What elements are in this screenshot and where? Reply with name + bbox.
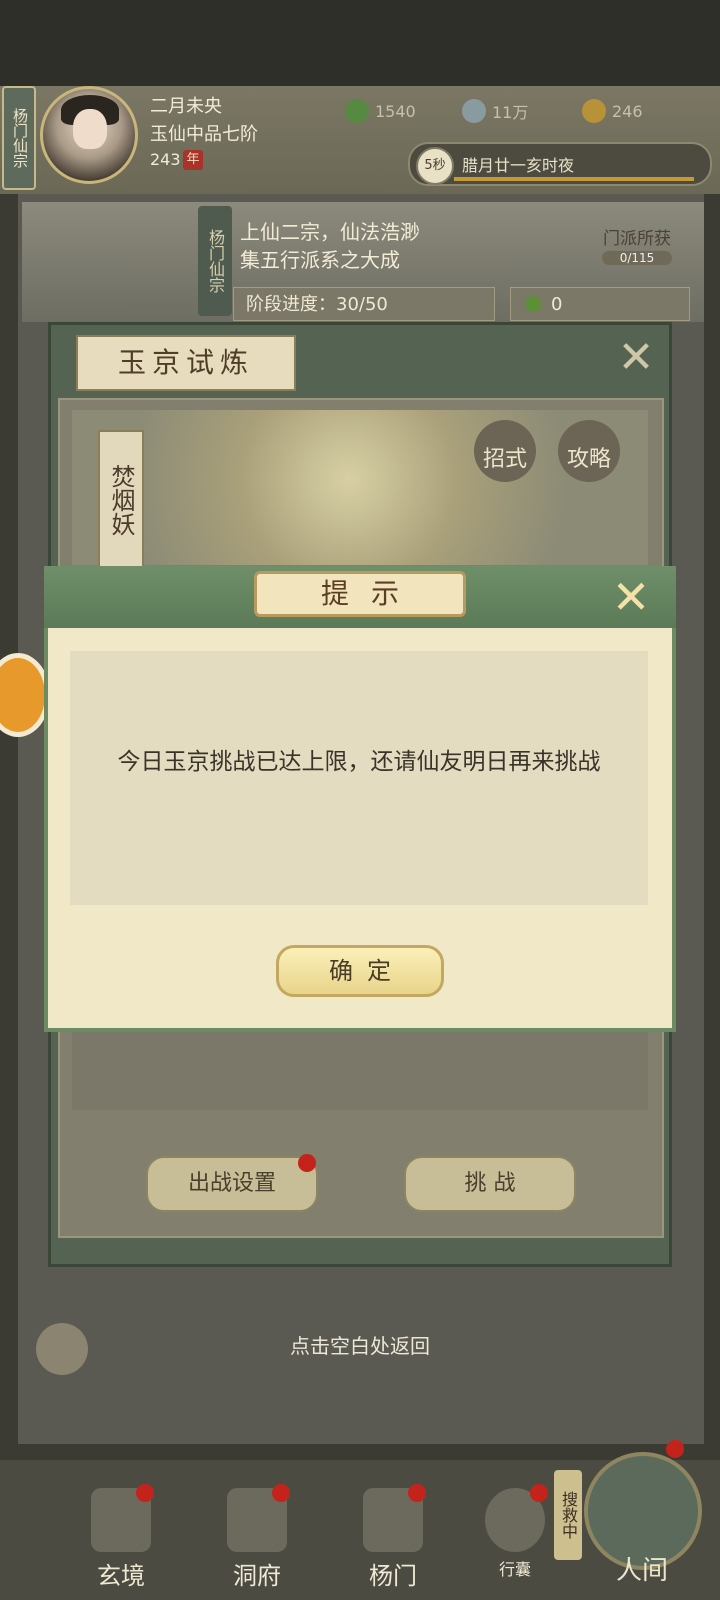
resource-coin[interactable]: 11万: [462, 97, 528, 125]
deploy-label: 出战设置: [187, 1171, 276, 1196]
nav-xuanjing[interactable]: 玄境: [66, 1480, 176, 1600]
leaf-icon: [345, 99, 369, 123]
search-rescue-tag[interactable]: 搜救中: [554, 1470, 582, 1560]
notification-dot: [666, 1440, 684, 1458]
challenge-button[interactable]: 挑 战: [404, 1156, 576, 1212]
player-age: 243: [150, 150, 181, 169]
reward-area: [72, 1030, 648, 1110]
resource-value: 11万: [492, 103, 529, 122]
return-hint: 点击空白处返回: [290, 1334, 430, 1358]
notification-dot: [136, 1484, 154, 1502]
figure-icon: [582, 99, 606, 123]
sect-tag[interactable]: 杨门仙宗: [2, 86, 36, 190]
nav-yangmen[interactable]: 杨门: [338, 1480, 448, 1600]
close-icon[interactable]: ✕: [606, 572, 656, 622]
sect-gain-title: 门派所获: [603, 229, 671, 249]
dialog-message: 今日玉京挑战已达上限，还请仙友明日再来挑战: [117, 749, 601, 775]
sect-gain-count: 0/115: [602, 251, 672, 265]
sect-vertical-name: 杨门仙宗: [198, 206, 232, 316]
dialog-title: 提示: [254, 571, 466, 617]
nav-label: 杨门: [369, 1562, 417, 1590]
timer-progress-bar: [454, 177, 694, 181]
sect-gain-button[interactable]: 门派所获 0/115: [584, 224, 690, 280]
sect-gain-value: 0: [510, 287, 690, 321]
motto-line: 集五行派系之大成: [240, 248, 400, 272]
deploy-settings-button[interactable]: 出战设置: [146, 1156, 318, 1212]
motto-line: 上仙二宗，仙法浩渺: [240, 220, 420, 244]
resource-figure[interactable]: 246: [582, 97, 643, 125]
player-avatar[interactable]: [40, 86, 138, 184]
player-name: 二月未央: [150, 96, 222, 117]
nav-label: 洞府: [233, 1562, 281, 1590]
nav-label: 玄境: [97, 1562, 145, 1590]
moves-button[interactable]: 招式: [474, 420, 536, 482]
status-bar-area: [0, 0, 720, 86]
age-year-badge: 年: [183, 150, 203, 170]
resource-leaf[interactable]: 1540: [345, 97, 416, 125]
notification-dot: [530, 1484, 548, 1502]
confirm-button[interactable]: 确定: [276, 945, 444, 997]
coin-icon: [462, 99, 486, 123]
gain-value: 0: [551, 294, 563, 315]
calendar-timer[interactable]: 5秒 腊月廿一亥时夜: [408, 142, 712, 186]
resource-value: 246: [612, 101, 643, 121]
sect-motto: 上仙二宗，仙法浩渺 集五行派系之大成: [240, 218, 420, 274]
player-rank: 玉仙中品七阶: [150, 124, 258, 145]
trial-panel-title: 玉京试炼: [76, 335, 296, 391]
timer-seconds: 5秒: [416, 147, 454, 185]
nav-dongfu[interactable]: 洞府: [202, 1480, 312, 1600]
notification-dot: [272, 1484, 290, 1502]
nav-label: 人间: [615, 1556, 668, 1586]
guide-button[interactable]: 攻略: [558, 420, 620, 482]
nav-renjian[interactable]: 人间: [562, 1440, 702, 1590]
nav-label: 行囊: [498, 1560, 531, 1579]
notification-dot: [298, 1154, 316, 1172]
close-icon[interactable]: ✕: [614, 336, 658, 380]
timer-text: 腊月廿一亥时夜: [462, 156, 575, 175]
resource-value: 1540: [375, 101, 416, 121]
boss-name: 焚烟妖: [98, 430, 144, 569]
seed-icon: [525, 296, 541, 312]
boss-artwork: [72, 410, 648, 565]
notification-dot: [408, 1484, 426, 1502]
stage-progress: 阶段进度：30/50: [233, 287, 495, 321]
